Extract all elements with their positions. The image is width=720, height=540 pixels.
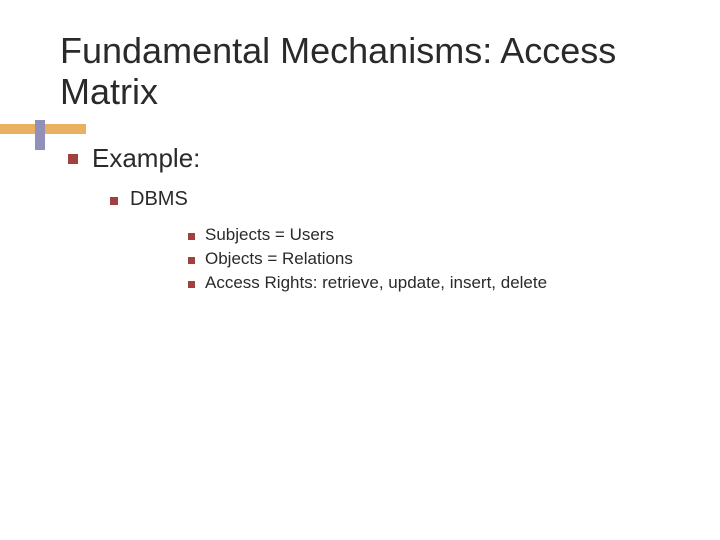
bullet-text-l3: Subjects = Users bbox=[205, 225, 334, 245]
bullet-text-l2: DBMS bbox=[130, 188, 188, 211]
bullet-icon bbox=[110, 197, 118, 205]
title-area: Fundamental Mechanisms: Access Matrix bbox=[60, 30, 670, 113]
slide-title: Fundamental Mechanisms: Access Matrix bbox=[60, 30, 670, 113]
content-area: Example: DBMS Subjects = Users Objects =… bbox=[60, 143, 670, 293]
bullet-icon bbox=[188, 257, 195, 264]
list-item: Example: bbox=[68, 143, 670, 174]
list-item: Subjects = Users bbox=[188, 225, 670, 245]
bullet-text-l3: Objects = Relations bbox=[205, 249, 353, 269]
bullet-icon bbox=[68, 154, 78, 164]
title-accent-vertical bbox=[35, 120, 45, 150]
bullet-text-l1: Example: bbox=[92, 143, 200, 174]
level2-group: DBMS Subjects = Users Objects = Relation… bbox=[68, 188, 670, 293]
bullet-icon bbox=[188, 233, 195, 240]
list-item: Objects = Relations bbox=[188, 249, 670, 269]
list-item: DBMS bbox=[110, 188, 670, 211]
bullet-icon bbox=[188, 281, 195, 288]
slide-container: Fundamental Mechanisms: Access Matrix Ex… bbox=[0, 0, 720, 327]
list-item: Access Rights: retrieve, update, insert,… bbox=[188, 273, 670, 293]
level3-group: Subjects = Users Objects = Relations Acc… bbox=[110, 225, 670, 293]
bullet-text-l3: Access Rights: retrieve, update, insert,… bbox=[205, 273, 547, 293]
